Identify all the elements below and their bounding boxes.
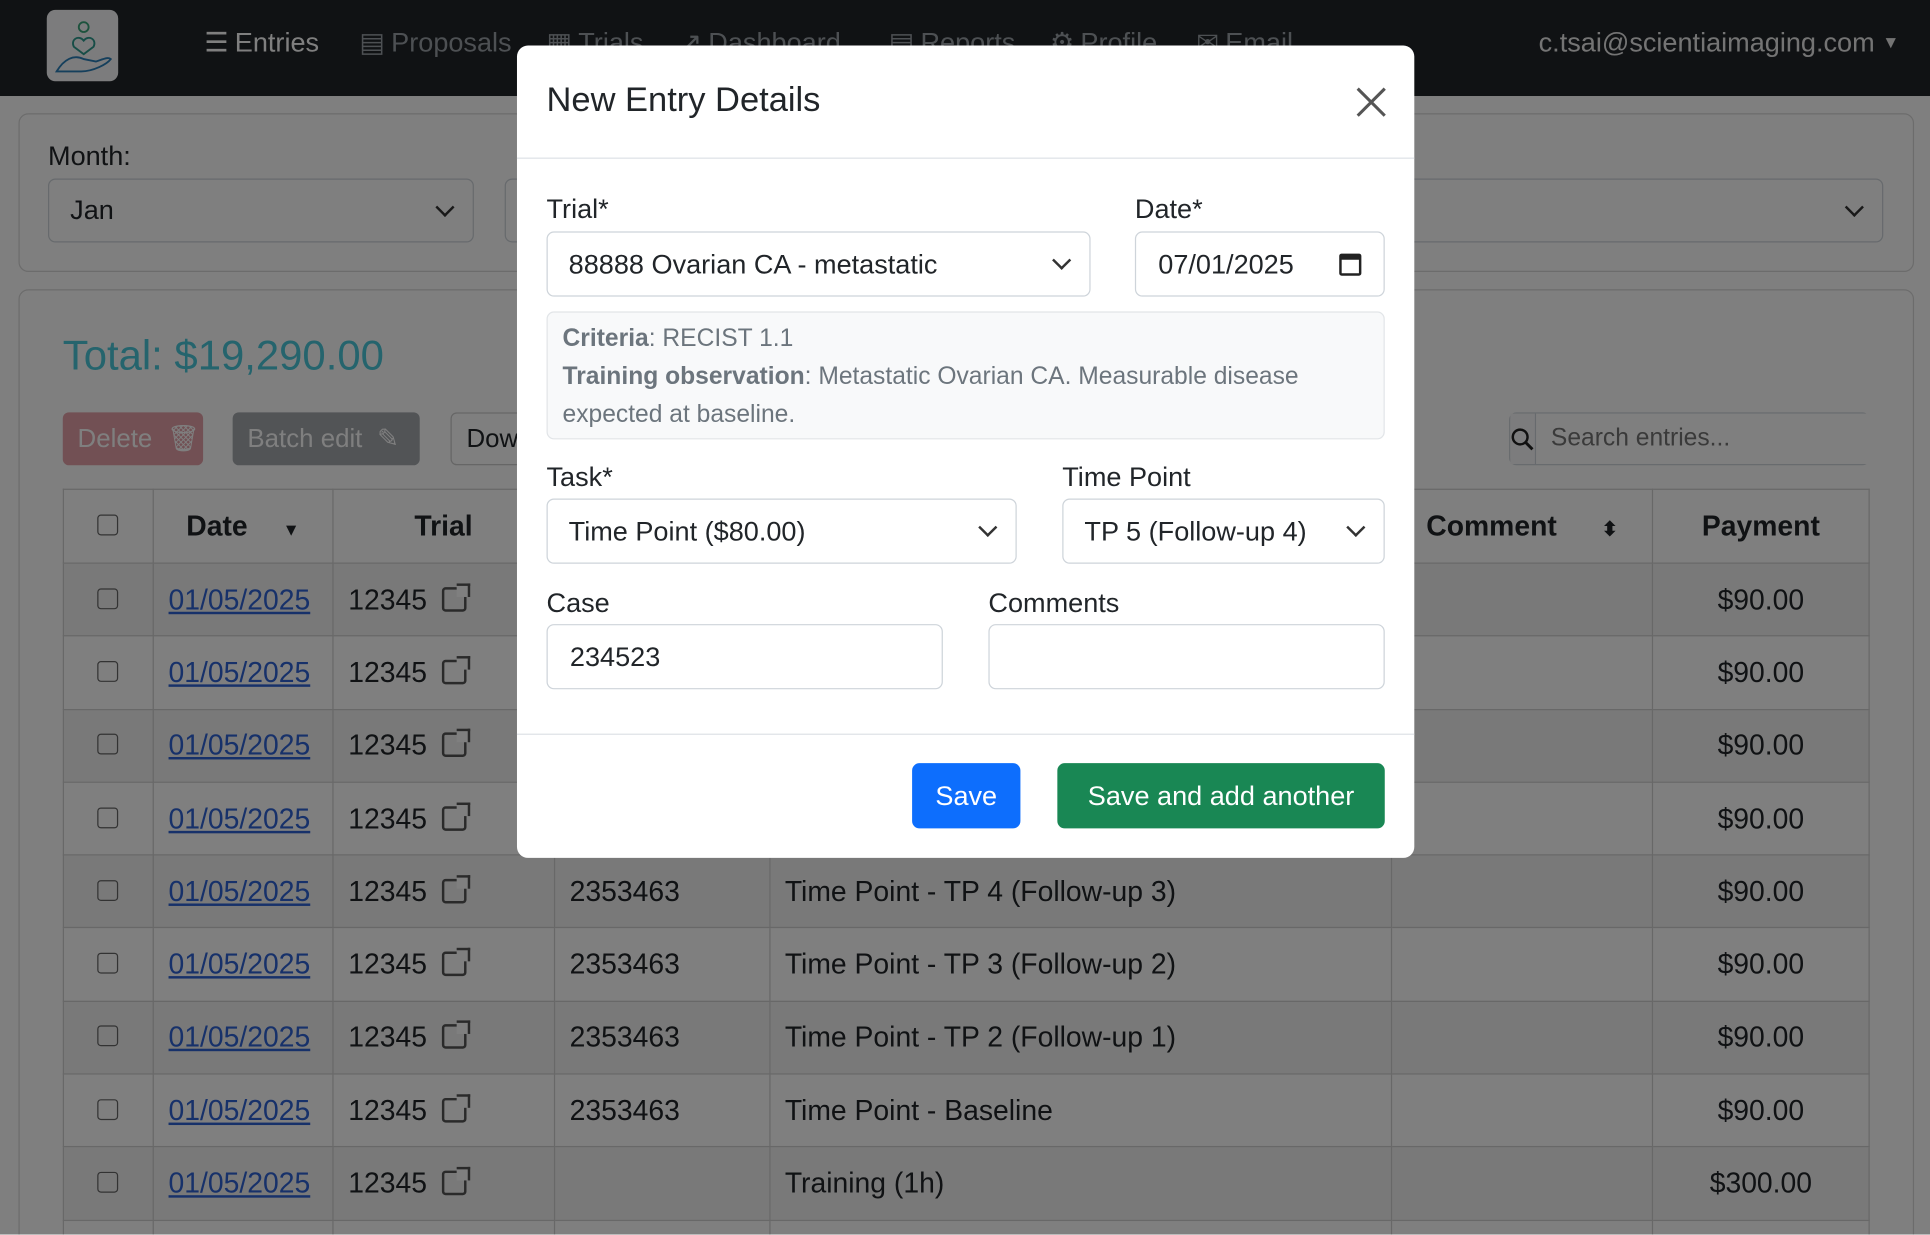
timepoint-select[interactable]: TP 5 (Follow-up 4) [1062,498,1385,564]
chevron-down-icon [1052,250,1072,270]
modal-title: New Entry Details [546,80,821,119]
close-icon [1356,87,1386,117]
date-input[interactable]: 07/01/2025 [1134,231,1385,297]
chevron-down-icon [978,517,998,538]
task-label: Task* [546,461,613,493]
case-label: Case [546,587,610,618]
header-divider [516,157,1415,159]
comments-input[interactable] [988,624,1385,690]
comments-label: Comments [988,587,1120,618]
close-button[interactable] [1354,85,1388,119]
footer-divider [516,733,1415,735]
calendar-icon[interactable] [1339,252,1362,276]
save-and-add-another-button[interactable]: Save and add another [1057,763,1385,829]
trial-select[interactable]: 88888 Ovarian CA - metastatic [546,231,1091,297]
save-button[interactable]: Save [912,763,1021,829]
new-entry-modal: New Entry Details Trial* 88888 Ovarian C… [516,45,1415,858]
trial-info-box: Criteria: RECIST 1.1 Training observatio… [546,311,1385,440]
timepoint-label: Time Point [1062,461,1191,493]
date-label: Date* [1134,193,1203,225]
trial-label: Trial* [546,193,609,225]
chevron-down-icon [1346,517,1366,538]
case-input[interactable]: 234523 [546,624,943,690]
task-select[interactable]: Time Point ($80.00) [546,498,1017,564]
